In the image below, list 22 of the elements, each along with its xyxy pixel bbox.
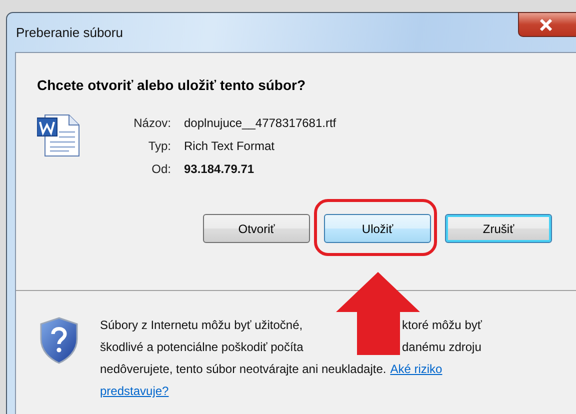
document-icon bbox=[37, 114, 80, 157]
dialog-button[interactable]: Otvoriť bbox=[203, 214, 310, 243]
warning-text: ktoré môžu byť bbox=[402, 317, 482, 334]
field-label: Názov: bbox=[132, 116, 171, 130]
risk-link[interactable]: Aké riziko bbox=[390, 358, 442, 380]
field-label: Od: bbox=[150, 162, 171, 176]
field-value: Rich Text Format bbox=[184, 139, 276, 153]
warning-text: škodlivé a potenciálne poškodiť počíta bbox=[100, 339, 304, 356]
field-label: Typ: bbox=[147, 139, 171, 153]
warning-text: Súbory z Internetu môžu byť užitočné, bbox=[100, 317, 304, 334]
dialog-question: Chcete otvoriť alebo uložiť tento súbor? bbox=[37, 77, 307, 93]
close-icon bbox=[539, 18, 553, 30]
dialog-button[interactable]: Uložiť bbox=[324, 214, 431, 243]
dialog-button[interactable]: Zrušiť bbox=[445, 214, 552, 243]
window-title: Preberanie súboru bbox=[16, 25, 123, 40]
warning-text: danému zdroju bbox=[402, 339, 482, 356]
warning-text: nedôverujete, tento súbor neotvárajte ani neukladajte. bbox=[100, 361, 386, 378]
field-value: 93.184.79.71 bbox=[184, 162, 256, 176]
close-button[interactable] bbox=[518, 12, 576, 37]
field-value: doplnujuce__4778317681.rtf bbox=[184, 116, 336, 130]
shield-help-icon bbox=[40, 317, 78, 364]
risk-link[interactable]: predstavuje? bbox=[100, 384, 169, 398]
